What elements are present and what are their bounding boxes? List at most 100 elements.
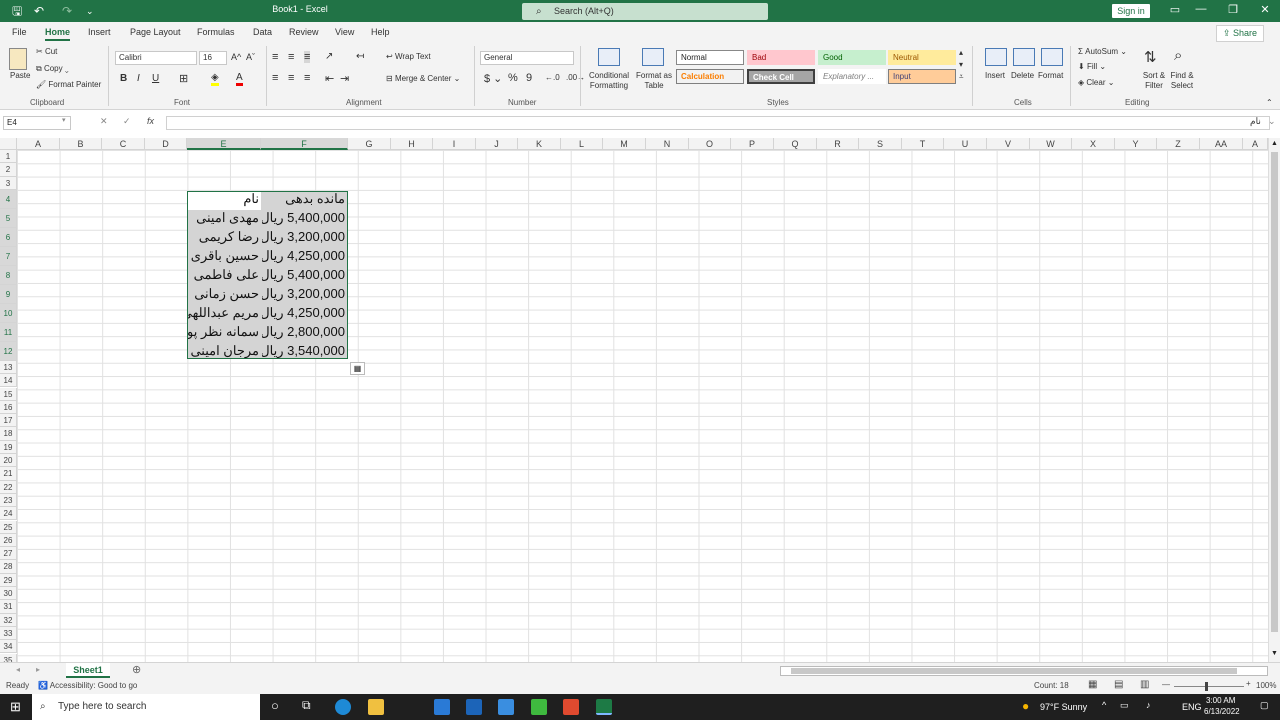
share-button[interactable]: ⇪ Share (1215, 25, 1264, 42)
table-cell-name[interactable]: مهدی امینی (188, 209, 261, 227)
insert-cells-icon[interactable] (985, 48, 1007, 66)
comma-icon[interactable]: 9 (526, 72, 532, 84)
table-cell-balance[interactable]: 3,200,000 ریال (262, 228, 347, 246)
row-header[interactable]: 21 (0, 467, 17, 481)
scroll-down-icon[interactable]: ▼ (1271, 650, 1278, 657)
tab-help[interactable]: Help (371, 27, 390, 37)
enter-icon[interactable]: ✓ (123, 116, 131, 127)
fill-button[interactable]: ⬇ Fill ⌄ (1078, 62, 1106, 71)
style-check-cell[interactable]: Check Cell (747, 69, 815, 84)
fill-color-icon[interactable]: ◈ (211, 72, 219, 86)
tab-file[interactable]: File (12, 27, 27, 37)
file-explorer-icon[interactable] (368, 699, 384, 715)
style-normal[interactable]: Normal (676, 50, 744, 65)
format-painter-button[interactable]: 🖌 Format Painter (36, 80, 101, 89)
column-header[interactable]: J (476, 138, 518, 150)
align-top-icon[interactable]: ≡ (272, 51, 278, 63)
tab-home[interactable]: Home (45, 27, 71, 41)
align-center-icon[interactable]: ≡ (288, 72, 294, 84)
scroll-up-icon[interactable]: ▲ (1271, 140, 1278, 147)
paste-label[interactable]: Paste (10, 71, 30, 80)
row-header[interactable]: 5 (0, 208, 17, 228)
language-indicator[interactable]: ENG (1182, 702, 1202, 712)
increase-font-icon[interactable]: A^ (231, 52, 241, 62)
collapse-ribbon-icon[interactable]: ⌃ (1266, 98, 1273, 107)
search-box[interactable]: ⌕ Search (Alt+Q) (522, 3, 768, 20)
row-header[interactable]: 20 (0, 454, 17, 468)
row-header[interactable]: 33 (0, 626, 17, 641)
format-as-table-label[interactable]: Format as Table (634, 71, 674, 91)
find-select-label[interactable]: Find & Select (1166, 71, 1198, 91)
row-header[interactable]: 12 (0, 341, 17, 361)
tab-data[interactable]: Data (253, 27, 272, 37)
horizontal-scrollbar[interactable] (780, 666, 1268, 676)
align-middle-icon[interactable]: ≡ (288, 51, 294, 63)
table-cell-balance[interactable]: 4,250,000 ریال (262, 247, 347, 265)
clock-time[interactable]: 3:00 AM (1206, 696, 1235, 705)
next-sheet-icon[interactable]: ▸ (36, 665, 40, 674)
zoom-level[interactable]: 100% (1256, 681, 1276, 690)
percent-icon[interactable]: % (508, 72, 518, 84)
table-cell-name[interactable]: رضا کریمی (188, 228, 261, 246)
table-cell-balance[interactable]: 3,200,000 ریال (262, 285, 347, 303)
table-cell-name[interactable]: مریم عبداللهی (188, 304, 261, 322)
row-header[interactable]: 2 (0, 163, 17, 177)
row-header[interactable]: 18 (0, 427, 17, 441)
style-calculation[interactable]: Calculation (676, 69, 744, 84)
row-header[interactable]: 31 (0, 600, 17, 614)
column-header[interactable]: Q (774, 138, 817, 150)
column-header[interactable]: W (1030, 138, 1072, 150)
name-box-dropdown-icon[interactable]: ▾ (62, 116, 66, 124)
row-header[interactable]: 16 (0, 400, 17, 415)
normal-view-icon[interactable]: ▦ (1088, 679, 1097, 690)
formula-input[interactable] (166, 116, 1270, 130)
mail-app-icon[interactable] (434, 699, 450, 715)
accessibility-status[interactable]: ♿ Accessibility: Good to go (38, 681, 137, 690)
column-header[interactable]: Y (1115, 138, 1157, 150)
speaker-icon[interactable]: ♪ (1146, 700, 1151, 710)
sun-weather-icon[interactable]: ● (1022, 699, 1029, 713)
column-header[interactable]: R (817, 138, 859, 150)
sign-in-button[interactable]: Sign in (1112, 4, 1150, 18)
table-cell-name[interactable]: حسین باقری (188, 247, 261, 265)
column-header[interactable]: V (987, 138, 1030, 150)
restore-button[interactable]: ❐ (1218, 3, 1248, 16)
row-header[interactable]: 6 (0, 227, 17, 247)
weather-text[interactable]: 97°F Sunny (1040, 702, 1087, 712)
camtasia-app-icon[interactable] (531, 699, 547, 715)
network-icon[interactable]: ▭ (1120, 700, 1129, 711)
tab-formulas[interactable]: Formulas (197, 27, 235, 37)
header-cell-name[interactable]: نام (188, 190, 261, 208)
vertical-scrollbar[interactable]: ▲ ▼ (1268, 138, 1280, 662)
number-format-select[interactable]: General (480, 51, 574, 65)
align-bottom-icon[interactable]: ≡ (304, 51, 311, 63)
tab-review[interactable]: Review (289, 27, 319, 37)
style-input[interactable]: Input (888, 69, 956, 84)
rtl-icon[interactable]: ↤ (356, 51, 364, 62)
decrease-decimal-icon[interactable]: .00→ (566, 73, 585, 82)
delete-cells-label[interactable]: Delete (1011, 71, 1034, 80)
vertical-scroll-thumb[interactable] (1271, 152, 1278, 632)
font-name-select[interactable]: Calibri (115, 51, 197, 65)
column-header[interactable]: M (603, 138, 646, 150)
row-header[interactable]: 19 (0, 440, 17, 454)
orientation-icon[interactable]: ↗ (325, 51, 333, 62)
sheet-tab[interactable]: Sheet1 (66, 663, 110, 678)
page-break-view-icon[interactable]: ▥ (1140, 679, 1149, 690)
increase-decimal-icon[interactable]: ←.0 (545, 73, 560, 82)
increase-indent-icon[interactable]: ⇥ (340, 72, 349, 85)
format-as-table-icon[interactable] (642, 48, 664, 66)
insert-cells-label[interactable]: Insert (985, 71, 1005, 80)
column-header[interactable]: K (518, 138, 561, 150)
select-all[interactable] (0, 138, 17, 150)
styles-scroll-up-icon[interactable]: ▴ (959, 48, 963, 57)
row-header[interactable]: 1 (0, 150, 17, 164)
notifications-icon[interactable]: ▢ (1260, 700, 1269, 711)
column-header[interactable]: Z (1157, 138, 1200, 150)
header-cell-balance[interactable]: مانده بدهی (262, 190, 347, 208)
font-color-icon[interactable]: A (236, 72, 243, 86)
minimize-button[interactable]: — (1186, 3, 1216, 15)
row-header[interactable]: 13 (0, 360, 17, 375)
clear-button[interactable]: ◈ Clear ⌄ (1078, 78, 1114, 87)
page-layout-view-icon[interactable]: ▤ (1114, 679, 1123, 690)
